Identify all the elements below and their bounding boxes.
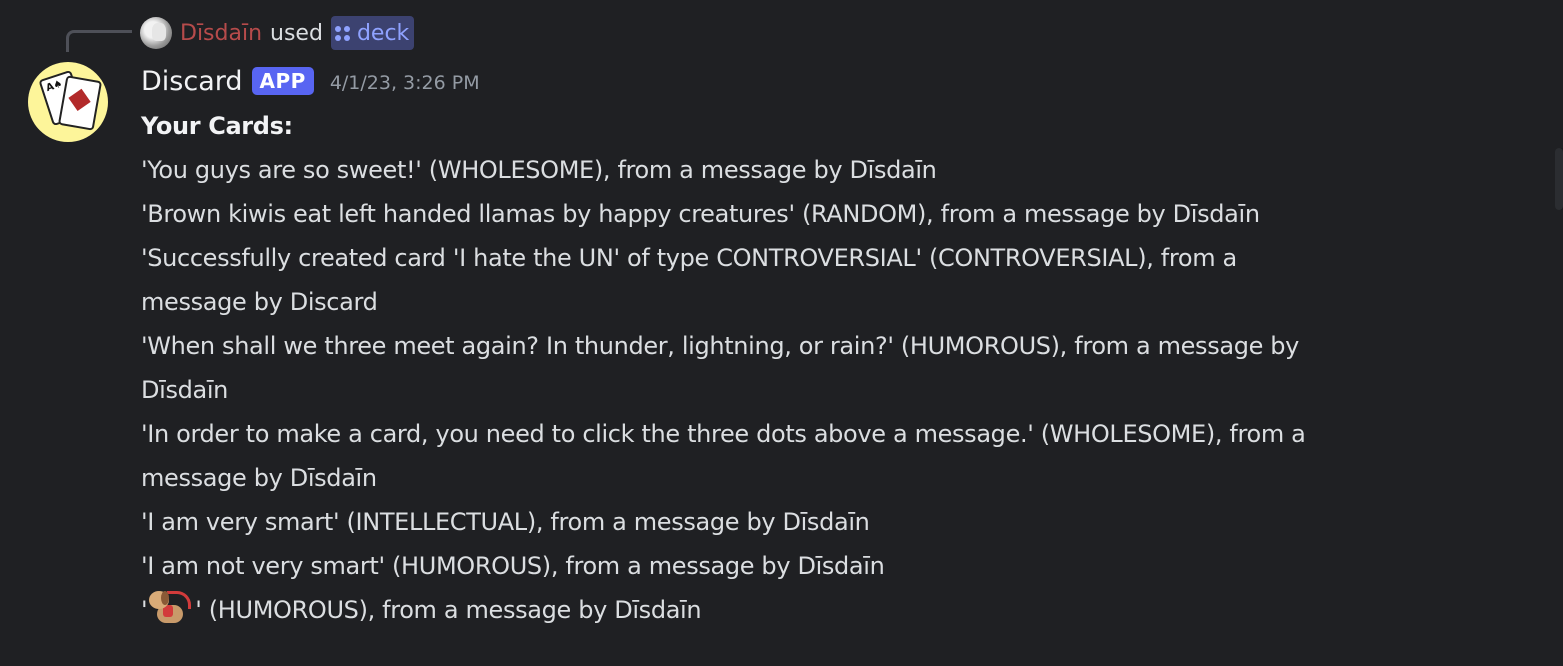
user-avatar-small[interactable] (140, 17, 172, 49)
card-line: message by Discard (141, 288, 378, 316)
scrollbar-thumb[interactable] (1555, 148, 1563, 210)
card-line: 'Successfully created card 'I hate the U… (141, 244, 1237, 272)
command-usage-line: Dīsdaīn used deck (140, 16, 415, 50)
app-badge: APP (251, 67, 314, 95)
card-line: 'I am very smart' (INTELLECTUAL), from a… (141, 508, 870, 536)
card-line: message by Dīsdaīn (141, 464, 377, 492)
service-dog-emoji[interactable] (147, 589, 193, 627)
invoking-username[interactable]: Dīsdaīn (180, 21, 262, 46)
card-line: 'In order to make a card, you need to cl… (141, 420, 1306, 448)
message-header: Discard APP 4/1/23, 3:26 PM (141, 63, 480, 99)
card-line-text: ' (HUMOROUS), from a message by Dīsdaīn (195, 596, 702, 624)
message-content: Your Cards: 'You guys are so sweet!' (WH… (141, 104, 1521, 632)
card-line: 'When shall we three meet again? In thun… (141, 332, 1300, 360)
card-line-emoji: ' ' (HUMOROUS), from a message by Dīsdaīn (141, 588, 1521, 632)
chat-message-area: Dīsdaīn used deck A♠ Discard APP 4/1/23,… (0, 0, 1563, 666)
command-chip[interactable]: deck (330, 16, 415, 50)
message-timestamp[interactable]: 4/1/23, 3:26 PM (330, 72, 480, 94)
bot-username[interactable]: Discard (141, 66, 243, 97)
ace-of-diamonds-icon (57, 75, 103, 131)
card-line: 'I am not very smart' (HUMOROUS), from a… (141, 552, 885, 580)
command-name: deck (356, 20, 410, 46)
card-line: 'Brown kiwis eat left handed llamas by h… (141, 200, 1260, 228)
bot-avatar[interactable]: A♠ (28, 62, 108, 142)
slash-command-grid-icon (334, 25, 350, 41)
scrollbar-track[interactable] (1555, 148, 1563, 210)
message-heading: Your Cards: (141, 112, 293, 140)
card-line: Dīsdaīn (141, 376, 229, 404)
used-label: used (270, 20, 323, 46)
reply-spine (66, 30, 132, 52)
card-line: 'You guys are so sweet!' (WHOLESOME), fr… (141, 156, 937, 184)
